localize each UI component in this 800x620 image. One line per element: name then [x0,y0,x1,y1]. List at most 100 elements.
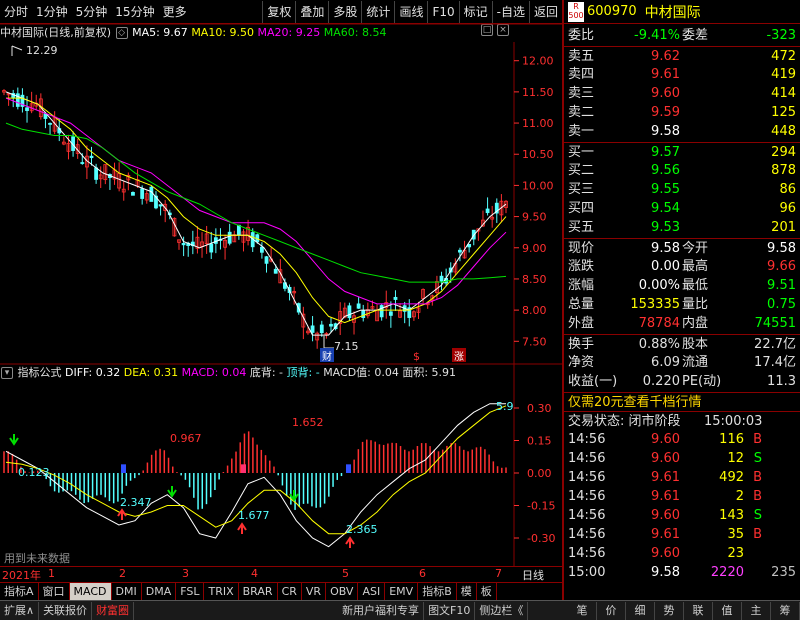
promo-link[interactable]: 仅需20元查看千档行情 [568,393,702,412]
trade-time: 15:00 [568,565,606,580]
tool-btn-3[interactable]: 统计 [361,0,394,23]
bid-price: 9.54 [651,201,680,216]
footer-right-6[interactable]: 主 [742,601,771,620]
trade-price: 9.58 [651,565,680,580]
ma-line-ma60 [5,122,507,283]
indicator-tab-0[interactable]: 指标A [0,583,39,600]
ask-volume: 472 [771,49,796,64]
future-data-note: 用到未来数据 [4,551,70,565]
date-axis: 2021年 1 2 3 4 5 6 7 日线 [0,566,562,582]
y-tick-label: 7.50 [522,335,547,348]
indicator-tab-4[interactable]: DMA [142,583,177,600]
macd-annotation: 1.652 [292,416,324,429]
trade-time: 14:56 [568,470,606,485]
footer-right-4[interactable]: 联 [684,601,713,620]
fund-row: 换手 0.88% 股本 22.7亿 [564,334,800,353]
r-badge: R 500 [568,1,584,22]
quote-row: 现价 9.58 今开 9.58 [564,238,800,257]
trade-volume: 492 [719,470,744,485]
y-tick-label: 0.30 [527,402,552,415]
indicator-tab-10[interactable]: OBV [326,583,359,600]
rise-badge-icon: 涨 [454,351,464,363]
tool-btn-2[interactable]: 多股 [328,0,361,23]
tool-btn-5[interactable]: F10 [427,0,458,23]
trade-direction: 235 [771,565,796,580]
bid-row: 买二 9.56 878 [564,161,800,180]
kline-chart-area[interactable]: 12.0011.5011.0010.5010.009.509.008.508.0… [0,24,562,582]
tool-btn-6[interactable]: 标记 [458,0,492,23]
footer-right-0[interactable]: 笔 [568,601,597,620]
ask-volume: 125 [771,105,796,120]
footer-left-0[interactable]: 扩展∧ [0,601,40,620]
ask-row: 卖三 9.60 414 [564,84,800,103]
weibi-row: 委比 -9.41% 委差 -323 [564,26,800,45]
indicator-tab-7[interactable]: BRAR [239,583,278,600]
period-btn-0[interactable]: 分时 [0,1,32,23]
tool-btn-0[interactable]: 复权 [262,0,295,23]
bid-row: 买三 9.55 86 [564,180,800,199]
footer-right-3[interactable]: 势 [655,601,684,620]
period-btn-3[interactable]: 15分钟 [111,1,158,23]
y-tick-label: 8.00 [522,304,547,317]
indicator-tab-1[interactable]: 窗口 [39,583,70,600]
footer-mid-1[interactable]: 图文F10 [424,601,476,620]
indicator-tab-13[interactable]: 指标B [418,583,457,600]
indicator-tab-5[interactable]: FSL [176,583,205,600]
candle-body [458,249,462,253]
y-tick-label: 0.00 [527,467,552,480]
footer-right-2[interactable]: 细 [626,601,655,620]
indicator-tab-3[interactable]: DMI [112,583,142,600]
indicator-tab-14[interactable]: 模 [457,583,477,600]
quote-panel: R 500 600970 中材国际 委比 -9.41% 委差 -323 卖五 9.62 47… [562,0,800,600]
indicator-tab-9[interactable]: VR [302,583,327,600]
status-footer: 扩展∧ 关联报价 财富圈 新用户福利专享 图文F10 侧边栏《 笔价细势联值主筹 [0,600,800,620]
tool-btn-4[interactable]: 画线 [394,0,427,23]
y-tick-label: 10.00 [522,179,554,192]
trade-volume: 23 [727,546,744,561]
weibi-label: 委比 [568,28,595,43]
ask-price: 9.62 [651,49,680,64]
candle-body [94,167,99,180]
trade-time: 14:56 [568,432,606,447]
trade-row: 14:56 9.60 12 S [564,449,800,468]
trade-status: 交易状态: 闭市阶段 [568,414,681,429]
footer-right-7[interactable]: 筹 [771,601,800,620]
macd-marker-bar [121,464,126,473]
footer-mid-0[interactable]: 新用户福利专享 [338,601,425,620]
period-btn-2[interactable]: 5分钟 [72,1,112,23]
footer-right-5[interactable]: 值 [713,601,742,620]
quote-value: 9.51 [767,278,796,293]
tool-btn-1[interactable]: 叠加 [295,0,328,23]
footer-right-1[interactable]: 价 [597,601,626,620]
candle-body [25,107,29,111]
trade-volume: 35 [727,527,744,542]
date-label-6: 6 [419,567,426,580]
indicator-tab-12[interactable]: EMV [385,583,419,600]
trade-time: 14:56 [568,489,606,504]
candle-body [260,246,264,253]
stock-title: R 500 600970 中材国际 [564,0,800,24]
bid-volume: 86 [779,182,796,197]
indicator-tab-8[interactable]: CR [278,583,302,600]
fund-label: 换手 [568,337,595,352]
date-label-8: 日线 [522,569,544,582]
indicator-tab-11[interactable]: ASI [358,583,386,600]
tool-btn-8[interactable]: 返回 [528,0,562,23]
indicator-tab-2[interactable]: MACD [69,583,112,600]
high-marker-icon [11,45,23,56]
period-btn-4[interactable]: 更多 [159,1,191,23]
ask-volume: 414 [771,86,796,101]
y-tick-label: 0.15 [527,435,552,448]
trade-time: 14:56 [568,546,606,561]
tool-btn-7[interactable]: -自选 [491,0,529,23]
footer-left-2[interactable]: 财富圈 [92,601,135,620]
ask-row: 卖四 9.61 419 [564,65,800,84]
indicator-tab-15[interactable]: 板 [477,583,497,600]
period-tabs: 分时 1分钟 5分钟 15分钟 更多 [0,1,191,23]
trade-direction: B [753,432,762,447]
period-btn-1[interactable]: 1分钟 [32,1,72,23]
footer-left-1[interactable]: 关联报价 [39,601,93,620]
y-tick-label: -0.30 [527,532,555,545]
footer-mid-2[interactable]: 侧边栏《 [475,601,529,620]
indicator-tab-6[interactable]: TRIX [204,583,239,600]
